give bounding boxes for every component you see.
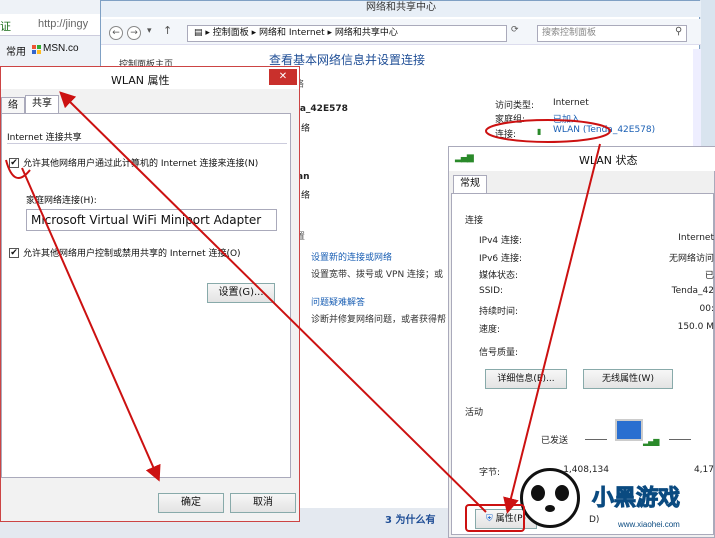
bytes-received-value: 4,17	[693, 465, 714, 475]
back-icon[interactable]: ←	[109, 26, 123, 40]
troubleshoot-desc: 诊断并修复网络问题，或者获得帮	[311, 315, 447, 325]
speed-value: 150.0 M	[677, 322, 714, 332]
favorite-msn[interactable]: MSN.co	[43, 43, 79, 54]
network1-type: 络	[301, 124, 311, 134]
ok-button[interactable]: 确定	[158, 493, 224, 513]
ipv6-label: IPv6 连接:	[479, 254, 523, 264]
nsc-title: 网络和共享中心	[101, 1, 701, 17]
close-icon[interactable]: ✕	[269, 69, 297, 85]
tab-sharing[interactable]: 共享	[25, 95, 59, 115]
watermark-text: 小黑游戏	[591, 486, 681, 512]
wireless-properties-button[interactable]: 无线属性(W)	[583, 369, 673, 389]
homegroup-link[interactable]: 已加入	[553, 112, 580, 125]
bytes-label: 字节:	[479, 468, 501, 478]
allow-share-checkbox[interactable]: ✔	[9, 158, 19, 168]
computer-icon	[615, 419, 643, 441]
ssid-value: Tenda_42	[671, 286, 714, 296]
homegroup-label: 家庭组:	[495, 115, 526, 125]
details-button[interactable]: 详细信息(E)...	[485, 369, 567, 389]
wifi-signal-icon: ▂▄▆	[455, 153, 474, 163]
props-title: WLAN 属性	[111, 74, 170, 87]
breadcrumb-network-internet[interactable]: 网络和 Internet	[259, 28, 325, 38]
certificate-badge: 证	[0, 20, 11, 33]
ics-section-title: Internet 连接共享	[7, 133, 82, 143]
wlan-connection-link[interactable]: WLAN (Tenda_42E578)	[553, 125, 655, 135]
diagnose-button-fragment[interactable]: D)	[589, 515, 599, 525]
signal-quality-label: 信号质量:	[479, 348, 519, 358]
duration-value: 00:	[699, 304, 714, 314]
connection-heading: 连接	[465, 216, 484, 226]
connection-label: 连接:	[495, 130, 517, 140]
ipv4-value: Internet	[678, 233, 714, 243]
background-browser: 证 http://jingy 常用 MSN.co	[0, 0, 105, 70]
allow-share-label: 允许其他网络用户通过此计算机的 Internet 连接来连接(N)	[23, 159, 259, 169]
search-input[interactable]: 搜索控制面板	[537, 25, 687, 42]
breadcrumb-nsc[interactable]: 网络和共享中心	[335, 28, 398, 38]
breadcrumb[interactable]: ▤ ▸ 控制面板 ▸ 网络和 Internet ▸ 网络和共享中心	[187, 25, 507, 42]
ipv6-value: 无网络访问	[668, 254, 714, 264]
speed-label: 速度:	[479, 325, 501, 335]
sent-label: 已发送	[541, 436, 569, 446]
chevron-down-icon[interactable]: ▾	[147, 26, 152, 36]
shield-icon: ⛨	[485, 514, 493, 524]
ssid-label: SSID:	[479, 286, 504, 296]
related-question[interactable]: 3 为什么有	[385, 511, 435, 526]
troubleshoot-link[interactable]: 问题疑难解答	[311, 295, 365, 308]
cancel-button[interactable]: 取消	[230, 493, 296, 513]
tab-general[interactable]: 常规	[453, 175, 487, 193]
refresh-icon[interactable]: ⟳	[511, 25, 519, 35]
wifi-activity-icon: ▂▄▆	[643, 437, 660, 446]
activity-heading: 活动	[465, 408, 484, 418]
msn-icon	[32, 45, 41, 54]
access-type-value: Internet	[553, 98, 589, 108]
status-title: WLAN 状态	[579, 154, 638, 167]
allow-control-label: 允许其他网络用户控制或禁用共享的 Internet 连接(O)	[23, 249, 241, 259]
wifi-signal-icon: ▮	[537, 127, 542, 136]
folder-icon: ▤ ▸	[194, 28, 213, 38]
ipv4-label: IPv4 连接:	[479, 236, 523, 246]
search-icon[interactable]: ⚲	[675, 26, 682, 37]
forward-icon[interactable]: →	[127, 26, 141, 40]
network2-type: 络	[301, 191, 311, 201]
properties-button-label: 属性(P)	[495, 514, 527, 524]
watermark-url: www.xiaohei.com	[618, 520, 680, 529]
allow-control-checkbox[interactable]: ✔	[9, 248, 19, 258]
setup-new-connection-link[interactable]: 设置新的连接或网络	[311, 250, 392, 263]
panda-logo-icon	[520, 468, 580, 528]
media-state-value: 已	[704, 271, 714, 281]
settings-button[interactable]: 设置(G)...	[207, 283, 275, 303]
breadcrumb-control-panel[interactable]: 控制面板	[213, 28, 249, 38]
home-network-label: 家庭网络连接(H):	[26, 196, 97, 206]
duration-label: 持续时间:	[479, 307, 519, 317]
wlan-properties-dialog: WLAN 属性 ✕ 络 共享 Internet 连接共享 ✔ 允许其他网络用户通…	[0, 66, 300, 522]
up-arrow-icon[interactable]: ↑	[163, 24, 172, 37]
setup-new-connection-desc: 设置宽带、拨号或 VPN 连接；或	[311, 270, 444, 280]
access-type-label: 访问类型:	[495, 101, 535, 111]
favorite-common[interactable]: 常用	[6, 43, 26, 58]
browser-url[interactable]: http://jingy	[38, 18, 88, 30]
home-network-field[interactable]: Microsoft Virtual WiFi Miniport Adapter	[26, 209, 277, 231]
media-state-label: 媒体状态:	[479, 271, 519, 281]
